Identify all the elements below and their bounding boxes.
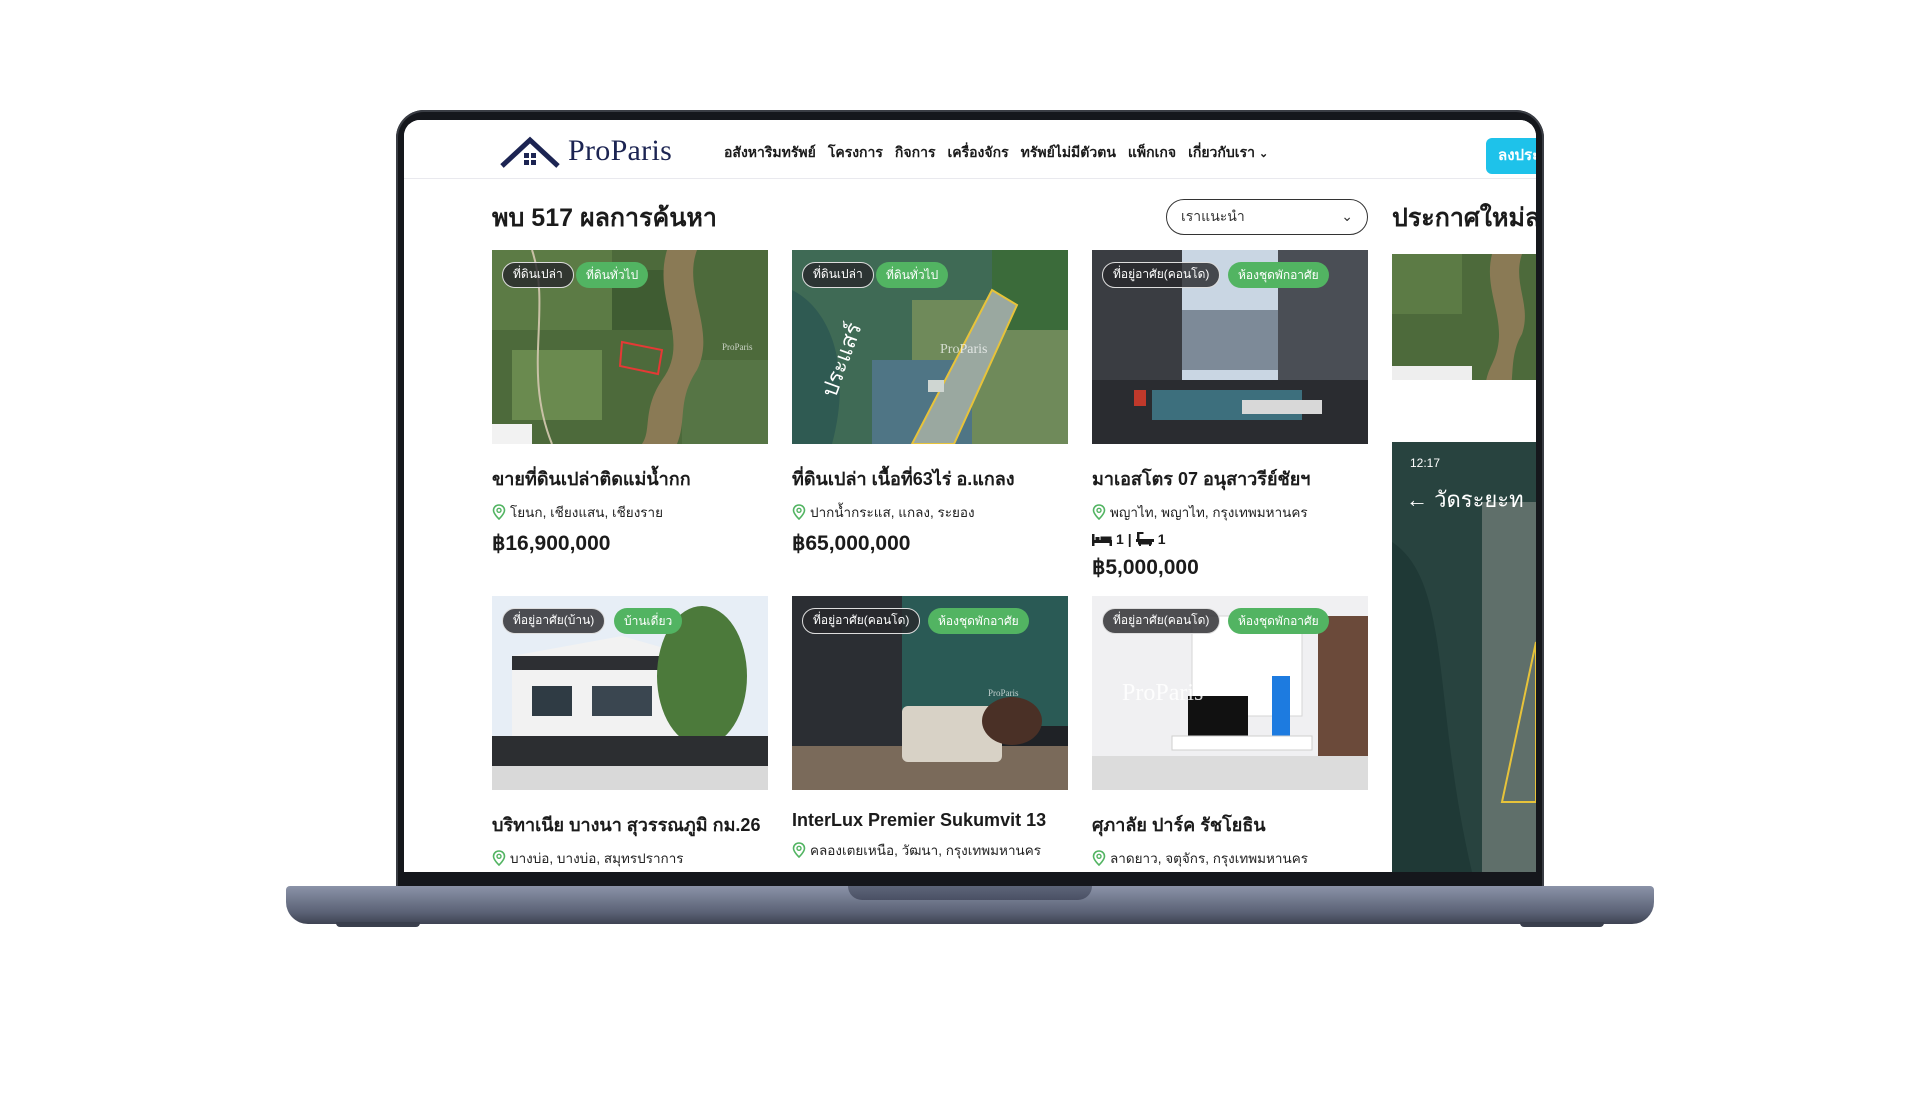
watermark: ProParis <box>722 342 753 352</box>
sort-dropdown[interactable]: เราแนะนำ ⌄ <box>1166 199 1368 235</box>
category-tag: ที่อยู่อาศัย(คอนโด) <box>802 608 921 634</box>
watermark: ProParis <box>988 688 1019 698</box>
nav-item-intangible[interactable]: ทรัพย์ไม่มีตัวตน <box>1021 142 1116 164</box>
listing-image[interactable]: ProParis ประแสร์ ที่ดินเปล่า ที่ดินทั่วไ… <box>792 250 1068 444</box>
listing-price: ฿16,900,000 <box>492 532 611 555</box>
location-pin-icon <box>792 842 806 858</box>
nav-item-projects[interactable]: โครงการ <box>828 142 883 164</box>
bed-icon <box>1092 534 1112 546</box>
listing-location: พญาไท, พญาไท, กรุงเทพมหานคร <box>1092 501 1368 523</box>
location-text: โยนก, เชียงแสน, เชียงราย <box>510 505 664 520</box>
listing-card[interactable]: ที่อยู่อาศัย(บ้าน) บ้านเดี่ยว บริทาเนีย … <box>492 596 768 869</box>
listing-card[interactable]: ProParis ที่อยู่อาศัย(คอนโด) ห้องชุดพักอ… <box>792 596 1068 861</box>
browser-screen: ProParis อสังหาริมทรัพย์ โครงการ กิจการ … <box>404 120 1536 872</box>
subcategory-tag: ห้องชุดพักอาศัย <box>1228 262 1329 288</box>
sidebar-map-screenshot[interactable]: 12:17 ← วัดระยะท <box>1392 442 1536 872</box>
category-tag: ที่ดินเปล่า <box>802 262 874 288</box>
logo[interactable]: ProParis <box>500 134 672 168</box>
listing-location: คลองเตยเหนือ, วัฒนา, กรุงเทพมหานคร <box>792 839 1068 861</box>
bath-count: 1 <box>1157 531 1166 547</box>
logo-text: ProParis <box>568 134 673 167</box>
aerial-farmland-image <box>1392 254 1536 396</box>
nav-item-property[interactable]: อสังหาริมทรัพย์ <box>724 142 816 164</box>
location-text: ปากน้ำกระแส, แกลง, ระยอง <box>810 505 975 520</box>
listing-card[interactable]: ProParis ประแสร์ ที่ดินเปล่า ที่ดินทั่วไ… <box>792 250 1068 556</box>
listing-image[interactable]: ProParis ที่อยู่อาศัย(คอนโด) ห้องชุดพักอ… <box>1092 596 1368 790</box>
listing-title[interactable]: ที่ดินเปล่า เนื้อที่63ไร่ อ.แกลง <box>792 464 1068 493</box>
location-text: บางบ่อ, บางบ่อ, สมุทรปราการ <box>510 851 684 866</box>
location-pin-icon <box>492 850 506 866</box>
subcategory-tag: ที่ดินทั่วไป <box>576 262 649 288</box>
chevron-down-icon: ⌄ <box>1341 208 1353 224</box>
nav-item-machinery[interactable]: เครื่องจักร <box>947 142 1008 164</box>
phone-clock: 12:17 <box>1410 456 1441 470</box>
nav-item-business[interactable]: กิจการ <box>895 142 936 164</box>
laptop-notch <box>848 886 1092 900</box>
listing-price: ฿5,000,000 <box>1092 556 1199 579</box>
location-text: คลองเตยเหนือ, วัฒนา, กรุงเทพมหานคร <box>810 843 1042 858</box>
listing-title[interactable]: บริทาเนีย บางนา สุวรรณภูมิ กม.26 <box>492 810 768 839</box>
listing-features: 1 | 1 <box>1092 531 1368 547</box>
listing-location: บางบ่อ, บางบ่อ, สมุทรปราการ <box>492 847 768 869</box>
listing-title[interactable]: มาเอสโตร 07 อนุสาวรีย์ชัยฯ <box>1092 464 1368 493</box>
sidebar-title: ประกาศใหม่ล่า <box>1392 204 1536 232</box>
subcategory-tag: ห้องชุดพักอาศัย <box>928 608 1029 634</box>
back-arrow-icon[interactable]: ← <box>1406 487 1428 512</box>
results-count-title: พบ 517 ผลการค้นหา <box>492 204 717 232</box>
subcategory-tag: ห้องชุดพักอาศัย <box>1228 608 1329 634</box>
location-text: ลาดยาว, จตุจักร, กรุงเทพมหานคร <box>1110 851 1309 866</box>
listing-price: ฿65,000,000 <box>792 532 911 555</box>
location-pin-icon <box>492 504 506 520</box>
watermark: ProParis <box>1122 680 1204 706</box>
subcategory-tag: บ้านเดี่ยว <box>614 608 683 634</box>
sort-dropdown-value: เราแนะนำ <box>1181 208 1245 224</box>
house-logo-icon <box>500 136 560 168</box>
listing-card[interactable]: ที่อยู่อาศัย(คอนโด) ห้องชุดพักอาศัย มาเอ… <box>1092 250 1368 580</box>
post-listing-button[interactable]: ลงประ <box>1486 138 1536 174</box>
subcategory-tag: ที่ดินทั่วไป <box>876 262 949 288</box>
feature-divider: | <box>1127 531 1132 547</box>
listing-title[interactable]: ขายที่ดินเปล่าติดแม่น้ำกก <box>492 464 768 493</box>
laptop-foot <box>336 922 420 927</box>
nav-item-packages[interactable]: แพ็กเกจ <box>1128 142 1176 164</box>
laptop-foot <box>1520 922 1604 927</box>
category-tag: ที่อยู่อาศัย(บ้าน) <box>502 608 606 634</box>
listing-image[interactable]: ProParis ที่ดินเปล่า ที่ดินทั่วไป <box>492 250 768 444</box>
sidebar-listing-image[interactable] <box>1392 254 1536 396</box>
category-tag: ที่ดินเปล่า <box>502 262 574 288</box>
listing-image[interactable]: ProParis ที่อยู่อาศัย(คอนโด) ห้องชุดพักอ… <box>792 596 1068 790</box>
location-text: พญาไท, พญาไท, กรุงเทพมหานคร <box>1110 505 1308 520</box>
location-pin-icon <box>1092 850 1106 866</box>
listing-location: ลาดยาว, จตุจักร, กรุงเทพมหานคร <box>1092 847 1368 869</box>
bath-icon <box>1135 532 1154 546</box>
map-title: วัดระยะท <box>1434 487 1524 512</box>
nav-item-about[interactable]: เกี่ยวกับเรา ⌄ <box>1188 142 1268 164</box>
listing-location: โยนก, เชียงแสน, เชียงราย <box>492 501 768 523</box>
listing-image[interactable]: ที่อยู่อาศัย(คอนโด) ห้องชุดพักอาศัย <box>1092 250 1368 444</box>
listing-title[interactable]: ศุภาลัย ปาร์ค รัชโยธิน <box>1092 810 1368 839</box>
listing-location: ปากน้ำกระแส, แกลง, ระยอง <box>792 501 1068 523</box>
main-menu: อสังหาริมทรัพย์ โครงการ กิจการ เครื่องจั… <box>724 142 1268 164</box>
navbar: ProParis อสังหาริมทรัพย์ โครงการ กิจการ … <box>404 120 1536 179</box>
listing-title[interactable]: InterLux Premier Sukumvit 13 <box>792 810 1068 831</box>
category-tag: ที่อยู่อาศัย(คอนโด) <box>1102 262 1221 288</box>
listing-card[interactable]: ProParis ที่ดินเปล่า ที่ดินทั่วไป ขายที่… <box>492 250 768 556</box>
map-header: ← วัดระยะท <box>1406 482 1524 517</box>
category-tag: ที่อยู่อาศัย(คอนโด) <box>1102 608 1221 634</box>
location-pin-icon <box>1092 504 1106 520</box>
listing-image[interactable]: ที่อยู่อาศัย(บ้าน) บ้านเดี่ยว <box>492 596 768 790</box>
watermark: ProParis <box>940 342 988 357</box>
chevron-down-icon: ⌄ <box>1258 148 1269 160</box>
bed-count: 1 <box>1116 531 1124 547</box>
listing-card[interactable]: ProParis ที่อยู่อาศัย(คอนโด) ห้องชุดพักอ… <box>1092 596 1368 869</box>
location-pin-icon <box>792 504 806 520</box>
nav-item-about-label: เกี่ยวกับเรา <box>1188 144 1255 160</box>
